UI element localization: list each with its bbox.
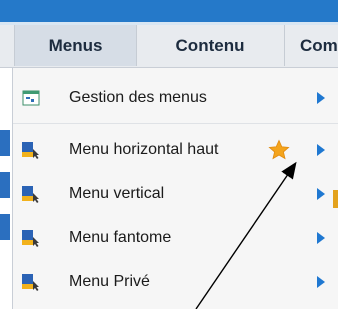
menu-item-label: Menu fantome	[69, 229, 172, 246]
menu-item-menu-horizontal-haut[interactable]: Menu horizontal haut	[13, 130, 338, 170]
menu-item-gestion-des-menus[interactable]: Gestion des menus	[13, 78, 338, 118]
menu-item-label: Menu vertical	[69, 185, 165, 202]
menu-item-menu-vertical[interactable]: Menu vertical	[13, 174, 338, 214]
menu-item-icon	[22, 229, 40, 247]
left-edge-fragment	[0, 214, 10, 240]
menu-item-menu-fantome[interactable]: Menu fantome	[13, 218, 338, 258]
tab-com[interactable]: Com	[285, 25, 338, 66]
tab-contenu[interactable]: Contenu	[136, 25, 285, 66]
menu-separator	[13, 123, 338, 124]
menu-item-menu-prive[interactable]: Menu Privé	[13, 262, 338, 302]
left-edge-fragment	[0, 172, 10, 198]
menu-manager-icon	[22, 89, 40, 107]
submenu-arrow-icon	[317, 92, 325, 104]
left-edge-fragment	[0, 130, 10, 156]
menu-item-label: Gestion des menus	[69, 89, 207, 106]
menu-item-label: Menu horizontal haut	[69, 141, 219, 158]
submenu-arrow-icon	[317, 188, 325, 200]
tab-menus[interactable]: Menus	[14, 25, 137, 66]
submenu-arrow-icon	[317, 144, 325, 156]
menu-item-icon	[22, 273, 40, 291]
menus-dropdown: Gestion des menus Menu horizontal haut M…	[12, 68, 338, 309]
app-top-bar	[0, 0, 338, 22]
main-menu-bar: Menus Contenu Com	[0, 25, 338, 68]
menu-item-label: Menu Privé	[69, 273, 150, 290]
submenu-arrow-icon	[317, 276, 325, 288]
right-edge-fragment	[333, 190, 338, 208]
menu-item-icon	[22, 141, 40, 159]
star-icon[interactable]	[268, 139, 290, 161]
submenu-arrow-icon	[317, 232, 325, 244]
menu-item-icon	[22, 185, 40, 203]
